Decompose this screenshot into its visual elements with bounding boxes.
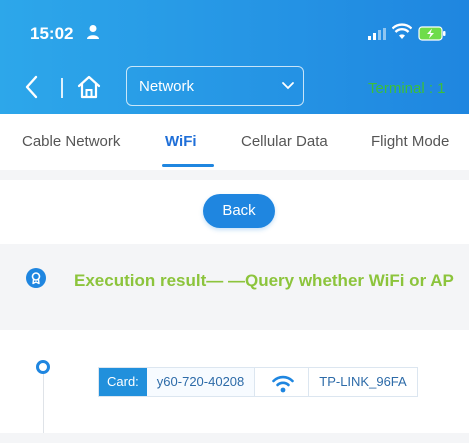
back-icon[interactable] (24, 74, 40, 100)
status-bar: 15:02 (0, 0, 469, 60)
section-select-value: Network (139, 78, 195, 95)
tab-cellular-data[interactable]: Cellular Data (241, 133, 328, 150)
status-time: 15:02 (30, 24, 74, 43)
battery-icon (418, 26, 446, 41)
timeline: Card: y60-720-40208 TP-LINK_96FA (0, 330, 469, 433)
chevron-down-icon (282, 82, 294, 90)
nav-bar: Network Terminal : 1 (0, 64, 469, 110)
person-icon (87, 25, 99, 39)
tab-bar: Cable Network WiFi Cellular Data Flight … (0, 114, 469, 170)
card-label: Card: (99, 368, 147, 396)
tab-cable-network[interactable]: Cable Network (22, 133, 120, 150)
card-value: y60-720-40208 (146, 368, 256, 396)
tab-flight-mode[interactable]: Flight Mode (371, 133, 449, 150)
back-button[interactable]: Back (203, 194, 275, 228)
section-select[interactable]: Network (126, 66, 304, 106)
result-header: Execution result— —Query whether WiFi or… (0, 256, 469, 324)
wifi-cell (255, 368, 310, 396)
tab-wifi[interactable]: WiFi (165, 133, 197, 150)
nav-divider (61, 78, 63, 98)
signal-icon (368, 28, 386, 40)
result-title: Execution result— —Query whether WiFi or… (74, 271, 454, 290)
wifi-info-row: Card: y60-720-40208 TP-LINK_96FA (98, 367, 418, 397)
wifi-icon (272, 375, 295, 393)
wifi-status-icon (392, 23, 412, 39)
terminal-label: Terminal : 1 (368, 80, 446, 97)
back-button-area: Back (0, 180, 469, 244)
ssid-value: TP-LINK_96FA (319, 374, 407, 389)
home-icon[interactable] (76, 74, 102, 100)
timeline-dot (36, 360, 50, 374)
app-header: 15:02 Network Terminal: 1 (0, 0, 469, 114)
active-tab-indicator (162, 164, 214, 167)
